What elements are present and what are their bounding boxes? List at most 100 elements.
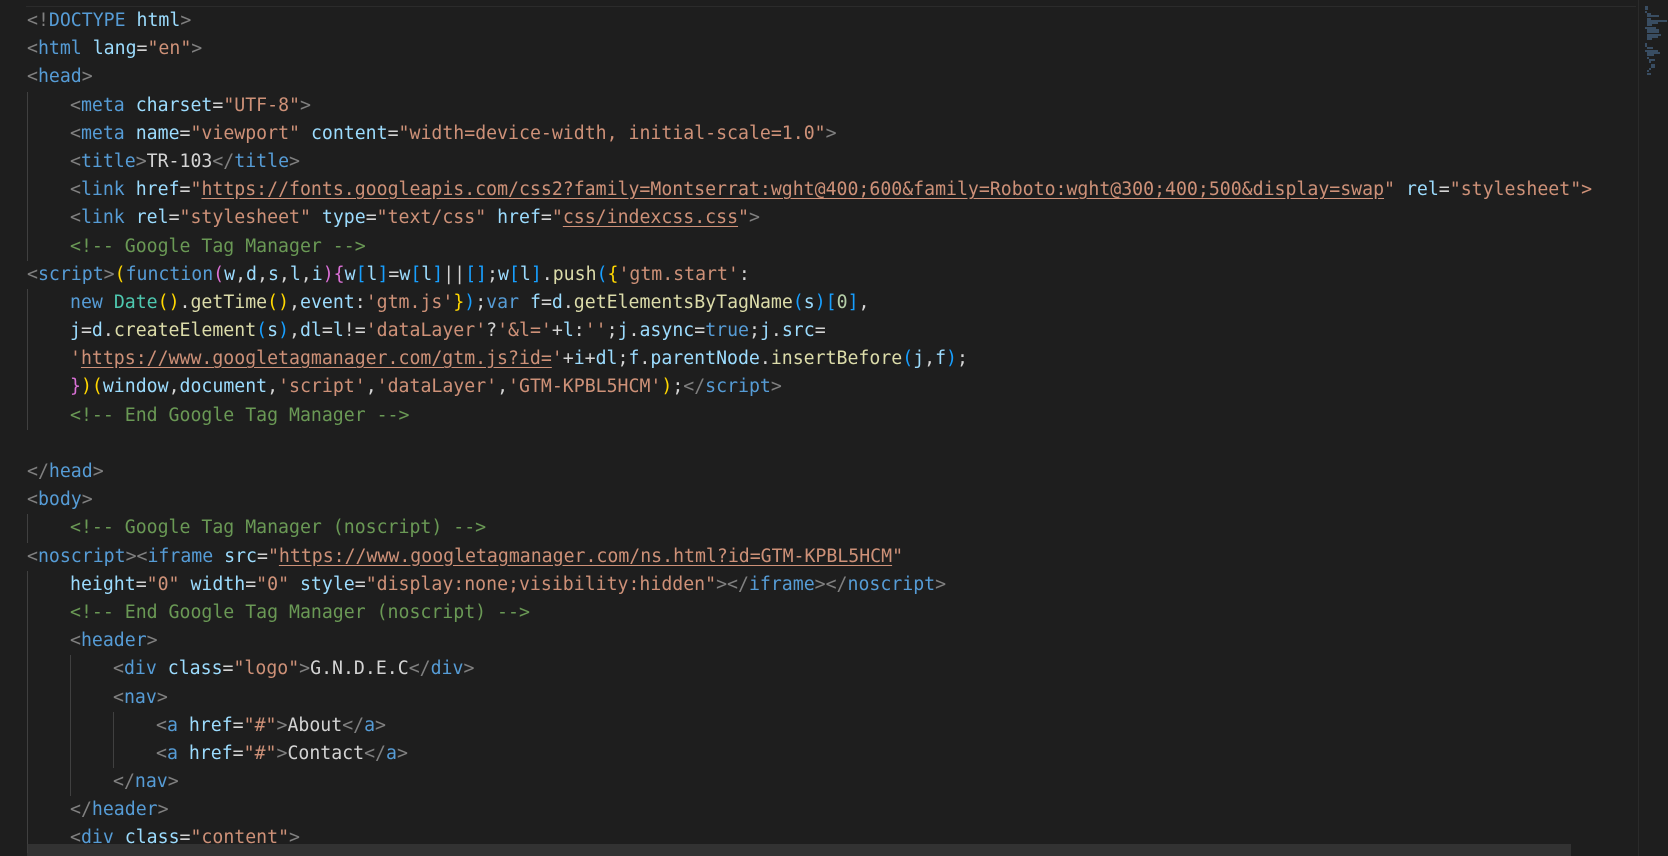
code-token: , — [924, 348, 936, 370]
code-line[interactable]: <div class="logo">G.N.D.E.C</div> — [27, 655, 1636, 684]
code-line[interactable]: <link href="https://fonts.googleapis.com… — [27, 176, 1636, 205]
code-token: > — [92, 461, 104, 482]
code-line[interactable] — [27, 430, 1636, 458]
horizontal-scrollbar[interactable] — [27, 844, 1571, 856]
code-lines[interactable]: <!DOCTYPE html> <html lang="en"> <head> <me… — [27, 7, 1636, 853]
code-token: > — [463, 658, 475, 680]
code-line[interactable]: </nav> — [27, 768, 1636, 797]
editor-gutter[interactable] — [0, 0, 26, 856]
code-line[interactable]: </head> — [27, 458, 1636, 486]
code-token: name — [135, 122, 180, 144]
code-token: " — [892, 545, 904, 567]
code-token: , — [267, 376, 279, 398]
code-line[interactable]: <body> — [27, 486, 1636, 514]
minimap[interactable] — [1638, 0, 1668, 856]
code-token: != — [343, 320, 366, 342]
code-line[interactable]: <noscript><iframe src="https://www.googl… — [27, 543, 1636, 571]
minimap-line — [1647, 38, 1653, 41]
indent-guide — [27, 711, 28, 740]
code-editor[interactable]: <!DOCTYPE html> <html lang="en"> <head> <me… — [0, 0, 1636, 856]
code-token: . — [541, 263, 553, 285]
code-token: G.N.D.E.C — [310, 658, 409, 680]
code-token: , — [289, 291, 300, 313]
code-token: https://fonts.googleapis.com/css2?family… — [201, 179, 1385, 201]
code-token: < — [136, 545, 148, 567]
code-line[interactable]: <!-- Google Tag Manager (noscript) --> — [27, 514, 1636, 543]
code-line[interactable]: <link rel="stylesheet" type="text/css" h… — [27, 204, 1636, 233]
code-token: = — [387, 122, 399, 144]
code-token: [] — [465, 263, 487, 285]
code-line[interactable]: <!-- End Google Tag Manager --> — [27, 401, 1636, 430]
code-token: , — [365, 376, 377, 398]
code-token: parentNode — [650, 348, 760, 370]
code-token: header — [80, 630, 147, 652]
code-token: > — [716, 573, 728, 595]
code-line[interactable]: <meta name="viewport" content="width=dev… — [27, 119, 1636, 148]
code-token: < — [27, 545, 38, 567]
code-token: { — [607, 263, 619, 285]
code-line-content: <!-- End Google Tag Manager (noscript) -… — [27, 602, 530, 623]
code-token: script — [705, 376, 771, 398]
code-line[interactable]: <header> — [27, 627, 1636, 656]
code-token: rel — [1405, 179, 1439, 201]
indent-guide — [27, 373, 28, 402]
code-line[interactable]: height="0" width="0" style="display:none… — [27, 570, 1636, 599]
code-token: ( — [792, 291, 804, 313]
indent-guide — [113, 711, 114, 740]
code-line[interactable]: <!DOCTYPE html> — [27, 7, 1636, 35]
code-token: > — [299, 94, 311, 116]
code-line[interactable]: <script>(function(w,d,s,l,i){w[l]=w[l]||… — [27, 261, 1636, 289]
code-token: ( — [91, 376, 103, 398]
code-line[interactable]: <title>TR-103</title> — [27, 147, 1636, 177]
code-token: : — [354, 291, 366, 313]
indent-guide — [27, 598, 28, 628]
code-token: > — [375, 714, 386, 736]
indent-guide — [27, 627, 28, 656]
code-token: "text/css" — [376, 207, 487, 229]
code-token: > — [748, 207, 760, 229]
code-token: ] — [847, 291, 859, 313]
code-line[interactable]: <a href="#">About</a> — [27, 711, 1636, 740]
code-line[interactable]: <html lang="en"> — [27, 35, 1636, 63]
code-token: "#" — [243, 714, 277, 736]
code-line[interactable]: <!-- End Google Tag Manager (noscript) -… — [27, 598, 1636, 628]
code-token: iframe — [147, 545, 214, 567]
code-line[interactable]: j=d.createElement(s),dl=l!='dataLayer'?'… — [27, 317, 1636, 346]
code-token: , — [168, 376, 180, 398]
code-token: > — [103, 263, 115, 285]
code-line[interactable]: <nav> — [27, 683, 1636, 712]
code-line[interactable]: <a href="#">Contact</a> — [27, 739, 1636, 769]
indent-guide — [27, 739, 28, 769]
code-token: > — [81, 489, 93, 511]
code-token: "#" — [243, 742, 277, 764]
code-line[interactable]: 'https://www.googletagmanager.com/gtm.js… — [27, 345, 1636, 374]
code-token: </ — [113, 771, 135, 793]
code-token: = — [232, 742, 244, 764]
code-line[interactable]: <meta charset="UTF-8"> — [27, 91, 1636, 120]
code-line[interactable]: <head> — [27, 63, 1636, 91]
code-token: ; — [672, 376, 684, 398]
code-token: < — [27, 263, 38, 285]
code-line[interactable]: new Date().getTime(),event:'gtm.js'});va… — [27, 288, 1636, 318]
code-token: = — [388, 263, 400, 285]
code-token: </ — [70, 799, 92, 821]
indent-guide — [70, 768, 71, 797]
code-token: "viewport" — [190, 122, 300, 144]
code-token: , — [289, 320, 300, 342]
code-token: "en" — [147, 38, 192, 60]
code-token: ) — [814, 291, 826, 313]
code-token: html — [37, 38, 82, 60]
code-line[interactable]: <!-- Google Tag Manager --> — [27, 232, 1636, 261]
code-token: 'dataLayer' — [365, 320, 487, 342]
code-line[interactable]: </header> — [27, 796, 1636, 825]
code-token: div — [430, 658, 464, 680]
code-line[interactable]: })(window,document,'script','dataLayer',… — [27, 373, 1636, 402]
